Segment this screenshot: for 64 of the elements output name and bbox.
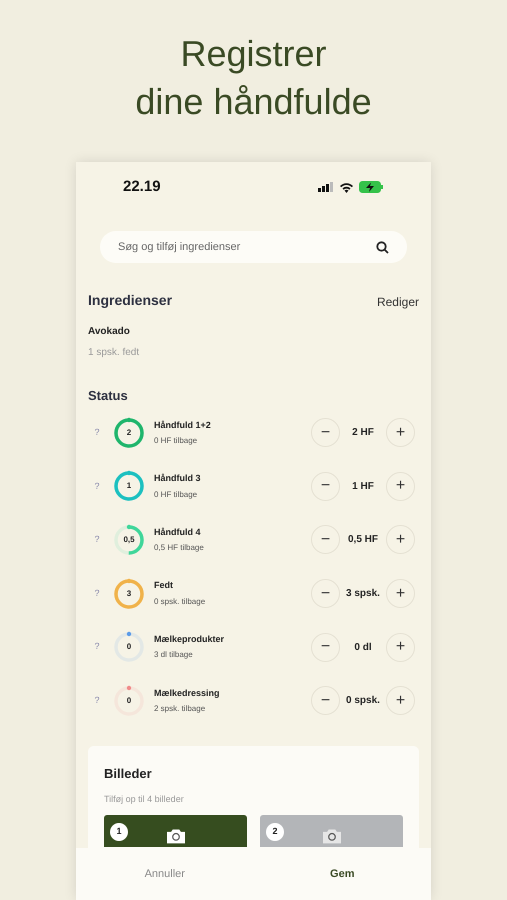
remaining-text: 2 spsk. tilbage xyxy=(154,703,206,716)
plus-button[interactable]: + xyxy=(386,472,415,501)
amount-value: 3 spsk. xyxy=(345,587,381,602)
card-title: Billeder xyxy=(104,764,153,783)
ring-value: 2 xyxy=(126,426,132,439)
category-name: Håndfuld 1+2 xyxy=(154,418,212,432)
plus-button[interactable]: + xyxy=(386,418,415,448)
ring-value: 0 xyxy=(126,641,132,654)
remaining-text: 3 dl tilbage xyxy=(154,649,194,662)
signal-icon xyxy=(318,182,334,192)
progress-ring xyxy=(113,416,145,449)
remaining-text: 0 HF tilbage xyxy=(154,435,198,448)
category-name: Mælkedressing xyxy=(154,686,221,700)
edit-link[interactable]: Rediger xyxy=(376,292,419,310)
amount-value: 2 HF xyxy=(351,426,375,440)
slot-number: 1 xyxy=(110,822,128,841)
photo-slot[interactable]: 2 xyxy=(260,814,403,847)
amount-value: 0,5 HF xyxy=(346,533,379,548)
status-time: 22.19 xyxy=(123,177,161,197)
category-name: Håndfuld 3 xyxy=(154,472,202,486)
camera-icon xyxy=(320,826,342,845)
category-name: Fedt xyxy=(154,579,174,592)
ingredient-name: Avokado xyxy=(88,324,131,338)
progress-ring xyxy=(113,470,145,502)
category-name: Håndfuld 4 xyxy=(154,526,202,539)
camera-icon xyxy=(164,826,186,845)
category-name: Mælkeprodukter xyxy=(154,632,226,646)
remaining-text: 0 HF tilbage xyxy=(154,488,198,501)
remaining-text: 0,5 HF tilbage xyxy=(154,542,205,554)
minus-button[interactable]: − xyxy=(311,632,340,662)
minus-button[interactable]: − xyxy=(311,418,340,448)
minus-button[interactable]: − xyxy=(311,686,340,716)
photo-slot[interactable]: 1 xyxy=(104,814,247,847)
slot-number: 2 xyxy=(266,822,284,841)
amount-value: 0 dl xyxy=(353,640,373,655)
progress-ring xyxy=(113,631,145,664)
plus-button[interactable]: + xyxy=(386,686,415,716)
progress-ring xyxy=(113,578,145,610)
plus-button[interactable]: + xyxy=(386,632,415,662)
section-title: Status xyxy=(87,386,129,404)
minus-button[interactable]: − xyxy=(311,579,340,608)
progress-ring xyxy=(113,684,145,717)
save-button[interactable]: Gem xyxy=(254,866,431,882)
ring-value: 3 xyxy=(126,588,132,600)
wifi-icon xyxy=(339,182,354,193)
plus-button[interactable]: + xyxy=(386,525,415,554)
amount-value: 1 HF xyxy=(351,480,375,494)
amount-value: 0 spsk. xyxy=(345,694,381,708)
remaining-text: 0 spsk. tilbage xyxy=(154,596,206,608)
card-hint: Tilføj op til 4 billeder xyxy=(104,793,185,806)
section-title: Ingredienser xyxy=(88,290,172,310)
search-field[interactable]: Søg og tilføj ingredienser xyxy=(100,230,407,262)
plus-button[interactable]: + xyxy=(386,579,415,608)
headline: dine håndfulde xyxy=(135,80,372,124)
ring-value: 0,5 xyxy=(122,534,136,546)
minus-button[interactable]: − xyxy=(311,472,340,501)
ingredient-amount: 1 spsk. fedt xyxy=(88,346,140,360)
headline: Registrer xyxy=(180,32,327,76)
search-icon xyxy=(376,240,389,254)
battery-icon xyxy=(359,181,384,194)
progress-ring xyxy=(113,524,145,556)
ring-value: 1 xyxy=(126,480,132,492)
ring-value: 0 xyxy=(126,694,132,707)
minus-button[interactable]: − xyxy=(311,525,340,554)
